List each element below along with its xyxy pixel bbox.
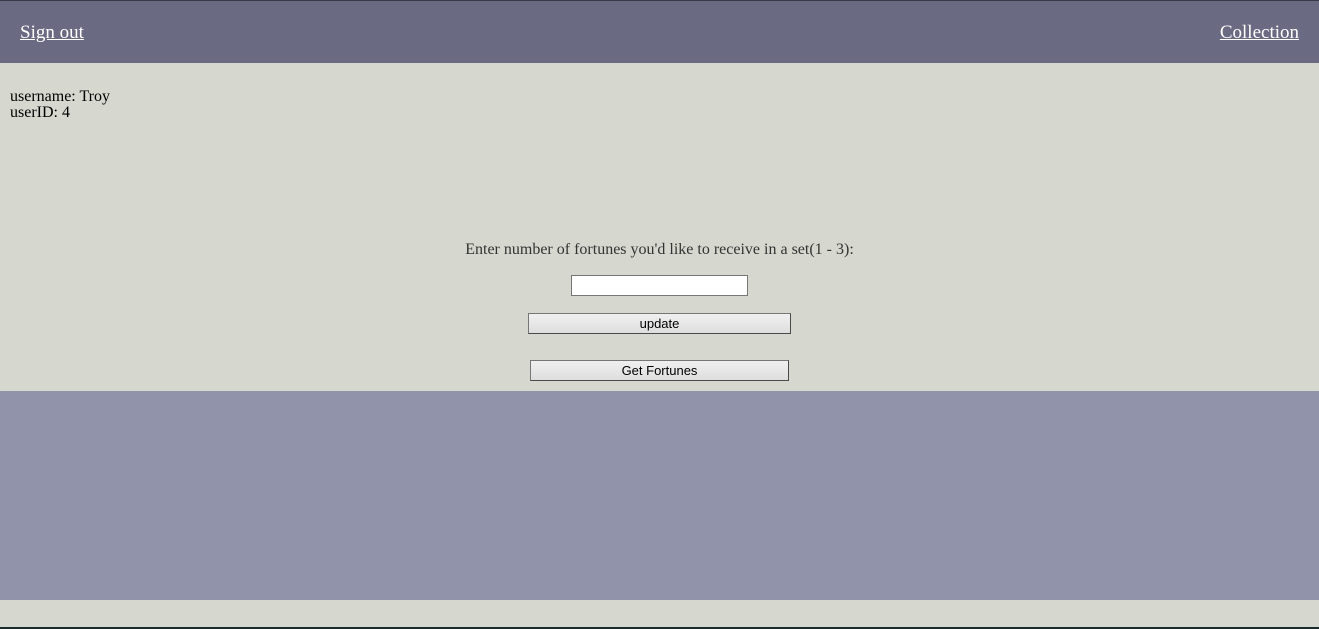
user-info: username: Troy userID: 4 — [10, 89, 110, 121]
collection-link[interactable]: Collection — [1220, 22, 1299, 44]
fortune-count-input[interactable] — [571, 275, 748, 296]
update-button[interactable]: update — [528, 313, 791, 334]
userid-text: userID: 4 — [10, 104, 70, 121]
fortunes-results-panel — [0, 391, 1319, 600]
sign-out-link[interactable]: Sign out — [20, 22, 84, 44]
fortune-count-prompt: Enter number of fortunes you'd like to r… — [465, 241, 854, 258]
get-fortunes-button[interactable]: Get Fortunes — [530, 360, 789, 381]
top-nav-bar: Sign out Collection — [0, 0, 1319, 63]
username-text: username: Troy — [10, 88, 110, 105]
